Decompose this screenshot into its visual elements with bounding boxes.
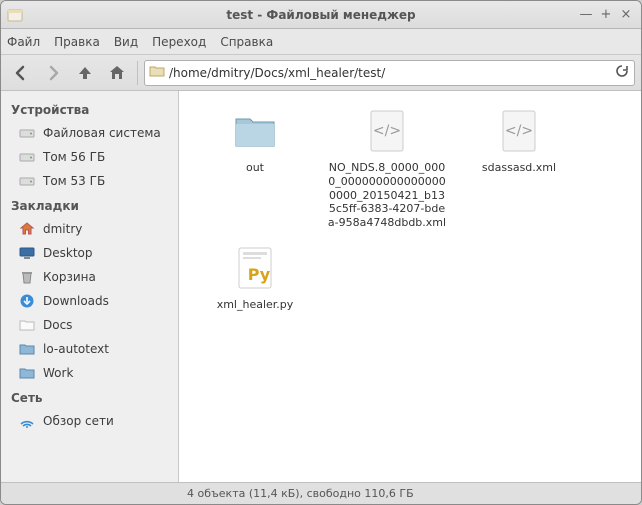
- sidebar-item-label: Work: [43, 366, 73, 380]
- sidebar-item[interactable]: Docs: [1, 313, 178, 337]
- menu-help[interactable]: Справка: [220, 35, 273, 49]
- xml-icon: </>: [363, 107, 411, 155]
- folder-icon: [19, 365, 35, 381]
- sidebar-item[interactable]: dmitry: [1, 217, 178, 241]
- sidebar-item-label: Том 53 ГБ: [43, 174, 105, 188]
- menubar: Файл Правка Вид Переход Справка: [1, 29, 641, 55]
- sidebar-item[interactable]: Файловая система: [1, 121, 178, 145]
- sidebar-item[interactable]: Корзина: [1, 265, 178, 289]
- sidebar-item-label: Корзина: [43, 270, 96, 284]
- file-item[interactable]: out: [191, 107, 319, 230]
- status-text: 4 объекта (11,4 кБ), свободно 110,6 ГБ: [187, 487, 414, 500]
- menu-edit[interactable]: Правка: [54, 35, 100, 49]
- sidebar-item-label: Том 56 ГБ: [43, 150, 105, 164]
- sidebar-item-label: Desktop: [43, 246, 93, 260]
- toolbar-separator: [137, 61, 138, 85]
- sidebar: Устройства Файловая система Том 56 ГБ Том …: [1, 91, 179, 482]
- body: Устройства Файловая система Том 56 ГБ Том …: [1, 91, 641, 482]
- path-bar: [144, 60, 635, 86]
- sidebar-item[interactable]: lo-autotext: [1, 337, 178, 361]
- folder-icon: [19, 341, 35, 357]
- sidebar-item[interactable]: Downloads: [1, 289, 178, 313]
- home-button[interactable]: [103, 59, 131, 87]
- sidebar-heading-bookmarks: Закладки: [1, 193, 178, 217]
- sidebar-item[interactable]: Том 53 ГБ: [1, 169, 178, 193]
- xml-icon: </>: [495, 107, 543, 155]
- file-label: xml_healer.py: [217, 298, 294, 312]
- trash-icon: [19, 269, 35, 285]
- reload-icon[interactable]: [614, 63, 630, 82]
- sidebar-item-label: Обзор сети: [43, 414, 114, 428]
- content-area[interactable]: out </> NO_NDS.8_0000_0000_000000000000000…: [179, 91, 641, 482]
- sidebar-heading-network: Сеть: [1, 385, 178, 409]
- sidebar-item-label: Downloads: [43, 294, 109, 308]
- toolbar: [1, 55, 641, 91]
- drive-icon: [19, 125, 35, 141]
- up-button[interactable]: [71, 59, 99, 87]
- sidebar-item-label: dmitry: [43, 222, 82, 236]
- file-label: sdassasd.xml: [482, 161, 556, 175]
- downloads-icon: [19, 293, 35, 309]
- home-icon: [19, 221, 35, 237]
- sidebar-item[interactable]: Том 56 ГБ: [1, 145, 178, 169]
- forward-button[interactable]: [39, 59, 67, 87]
- sidebar-item-label: Файловая система: [43, 126, 161, 140]
- folder-path-icon: [149, 63, 165, 82]
- sidebar-item[interactable]: Обзор сети: [1, 409, 178, 433]
- menu-view[interactable]: Вид: [114, 35, 138, 49]
- app-icon: [7, 7, 23, 23]
- window-title: test - Файловый менеджер: [1, 8, 641, 22]
- svg-text:</>: </>: [505, 123, 533, 139]
- folder-plain-icon: [19, 317, 35, 333]
- menu-go[interactable]: Переход: [152, 35, 206, 49]
- file-manager-window: test - Файловый менеджер — + × Файл Прав…: [0, 0, 642, 505]
- svg-text:Py: Py: [248, 265, 271, 284]
- file-label: NO_NDS.8_0000_0000_0000000000000000000_2…: [327, 161, 447, 230]
- maximize-button[interactable]: +: [597, 6, 615, 24]
- file-label: out: [246, 161, 264, 175]
- desktop-icon: [19, 245, 35, 261]
- file-item[interactable]: </> NO_NDS.8_0000_0000_000000000000000000…: [323, 107, 451, 230]
- titlebar[interactable]: test - Файловый менеджер — + ×: [1, 1, 641, 29]
- close-button[interactable]: ×: [617, 6, 635, 24]
- svg-text:</>: </>: [373, 123, 401, 139]
- statusbar: 4 объекта (11,4 кБ), свободно 110,6 ГБ: [1, 482, 641, 504]
- sidebar-item[interactable]: Desktop: [1, 241, 178, 265]
- folder-icon: [231, 107, 279, 155]
- file-item[interactable]: </> sdassasd.xml: [455, 107, 583, 230]
- menu-file[interactable]: Файл: [7, 35, 40, 49]
- sidebar-item-label: Docs: [43, 318, 72, 332]
- python-icon: Py: [231, 244, 279, 292]
- minimize-button[interactable]: —: [577, 6, 595, 24]
- icon-view: out </> NO_NDS.8_0000_0000_000000000000000…: [189, 107, 631, 326]
- file-item[interactable]: Py xml_healer.py: [191, 244, 319, 312]
- sidebar-item-label: lo-autotext: [43, 342, 109, 356]
- sidebar-heading-devices: Устройства: [1, 97, 178, 121]
- path-input[interactable]: [169, 66, 610, 80]
- drive-icon: [19, 173, 35, 189]
- drive-icon: [19, 149, 35, 165]
- sidebar-item[interactable]: Work: [1, 361, 178, 385]
- network-icon: [19, 413, 35, 429]
- back-button[interactable]: [7, 59, 35, 87]
